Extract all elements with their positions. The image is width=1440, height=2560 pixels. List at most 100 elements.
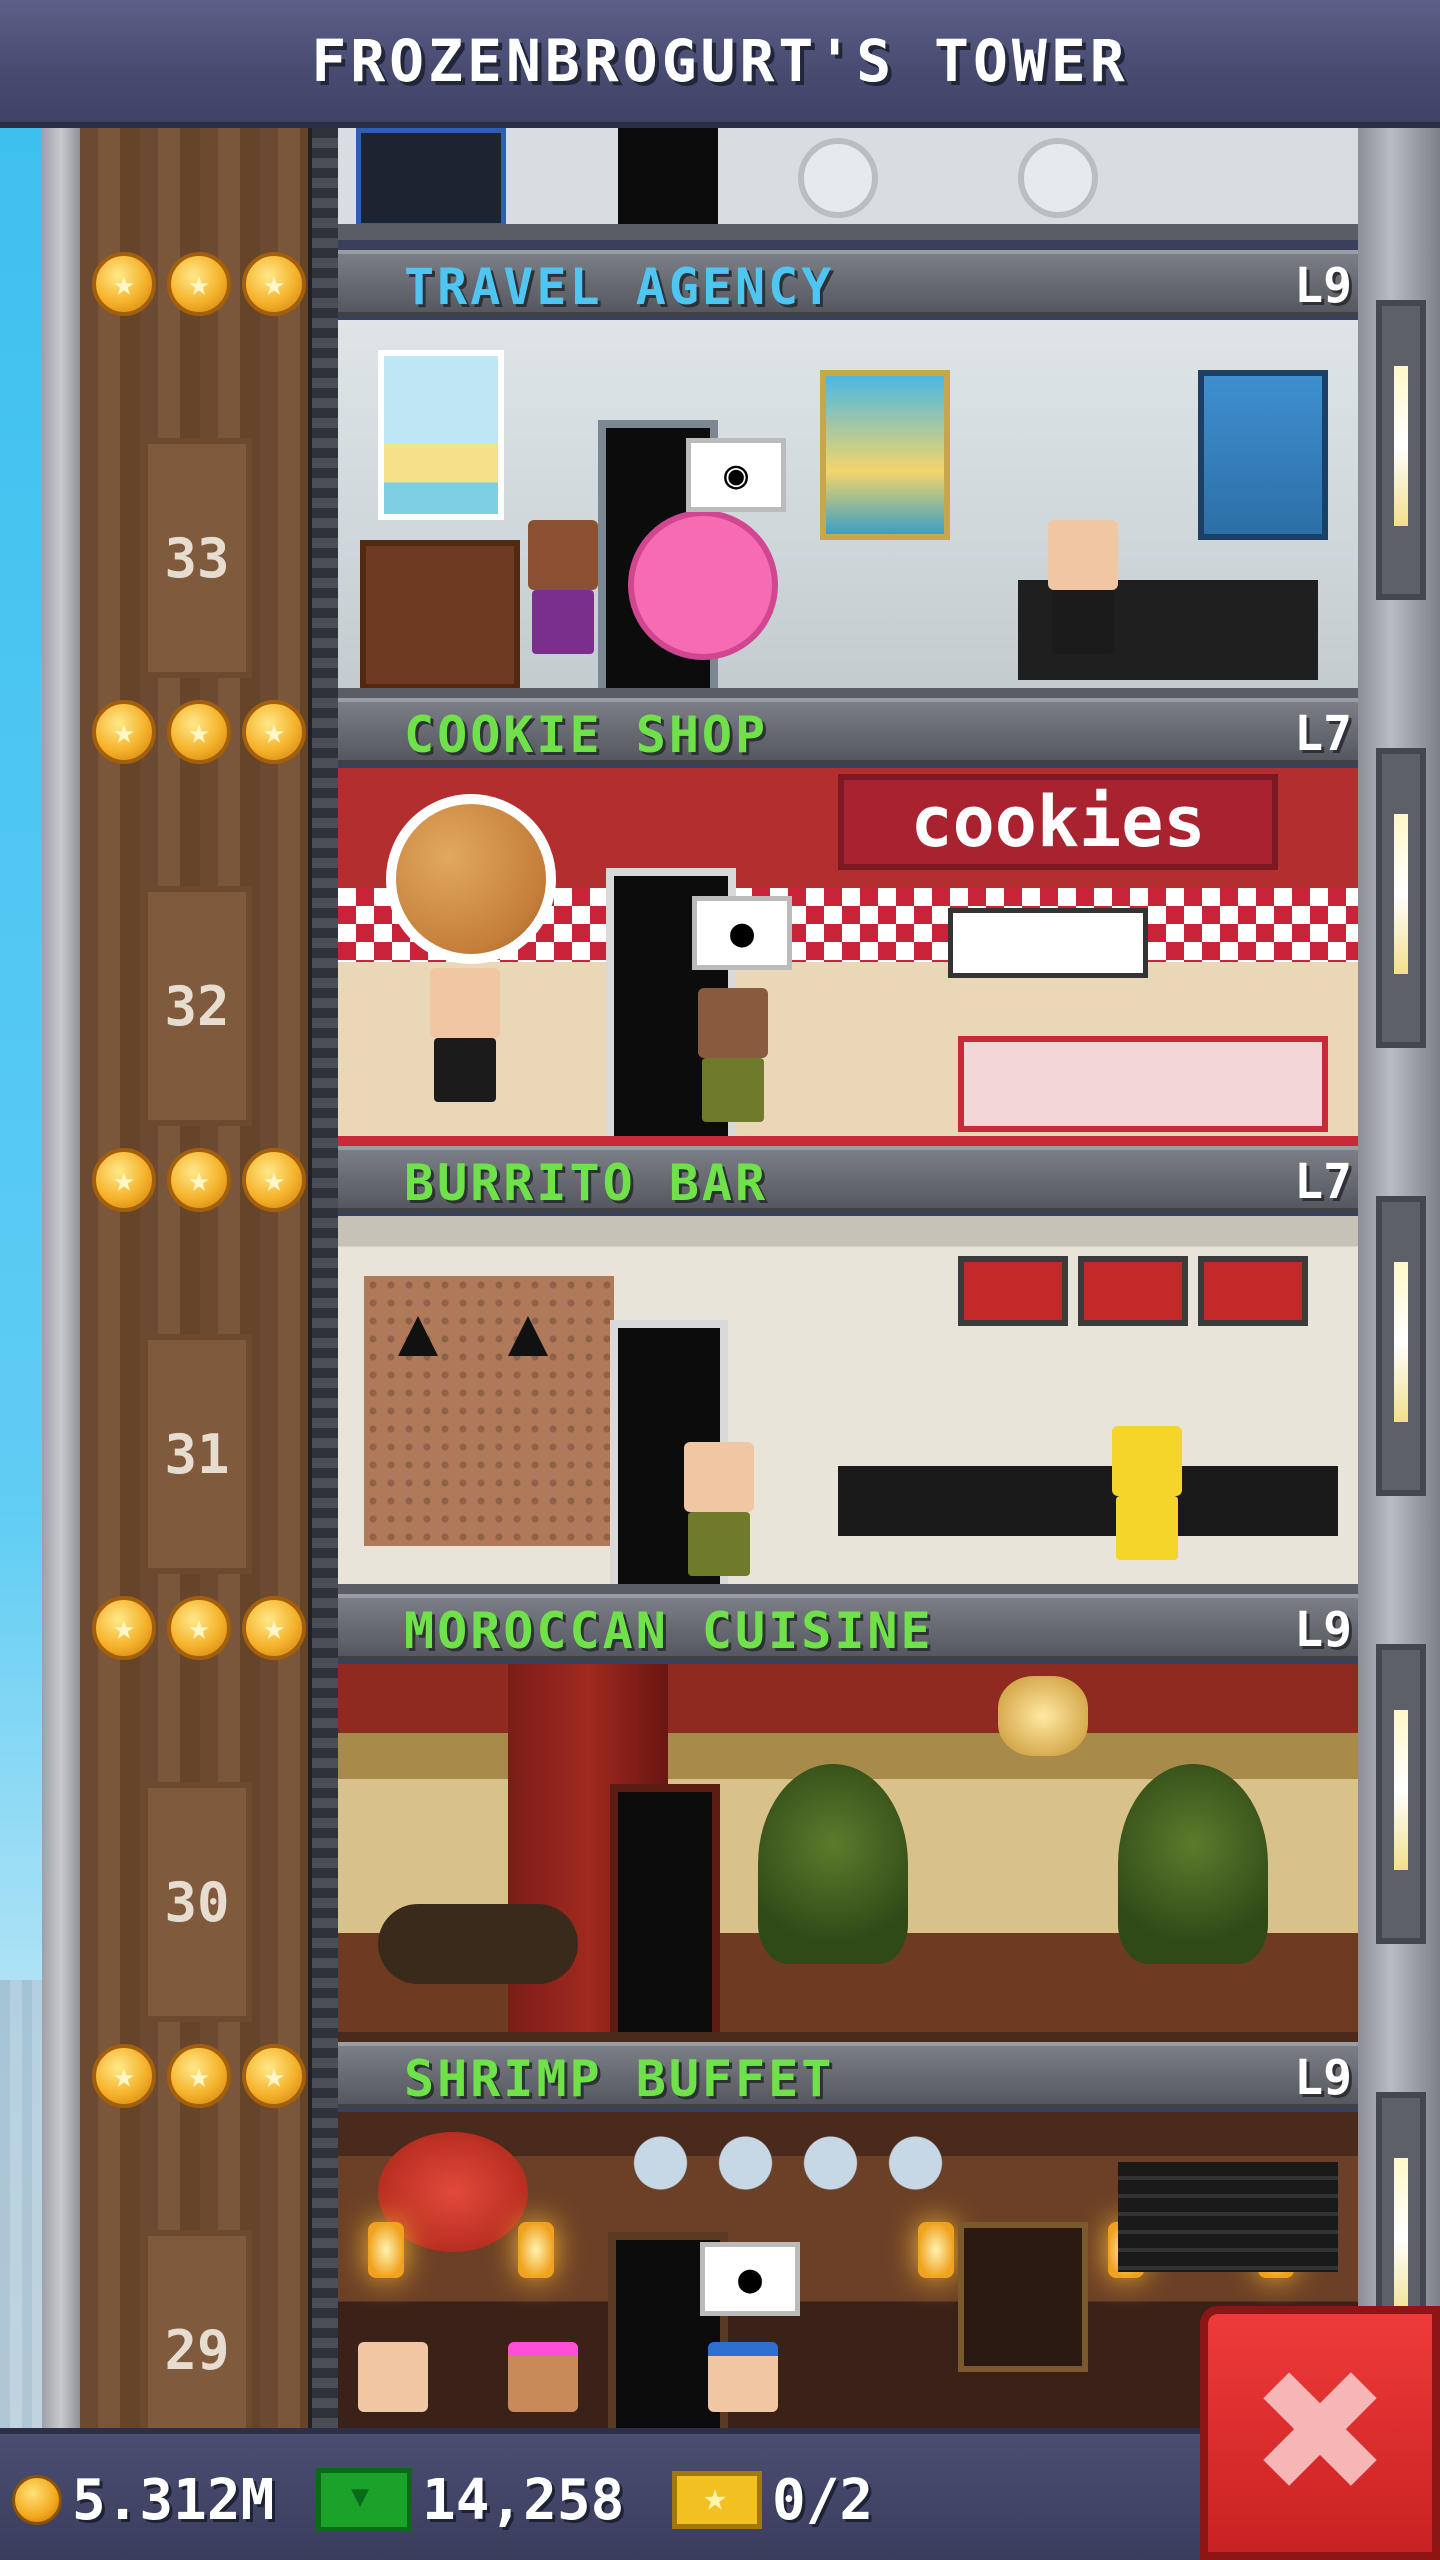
star-icon: ★ [242,1148,306,1212]
chef-worker[interactable] [1112,1426,1182,1560]
floor-room[interactable]: ◉ [338,320,1358,704]
outer-wall [42,128,80,2428]
floor-label-bar[interactable]: BURRITO BAR L7 [338,1146,1358,1212]
visitor[interactable] [684,1442,754,1576]
floor-34-room[interactable] [338,128,1358,240]
floor-level: L7 [1294,706,1352,762]
chandelier [998,1676,1088,1756]
floor-name: TRAVEL AGENCY [404,258,835,316]
star-icon: ★ [167,700,231,764]
washing-machine [798,138,878,218]
floor-number-31: 31 [142,1334,252,1574]
floor-room[interactable] [338,1216,1358,1600]
avatar [698,988,768,1058]
floor-room[interactable]: cookies ● [338,768,1358,1152]
tower-title: FROZENBROGURT'S TOWER [311,27,1129,95]
floor-label-bar[interactable]: SHRIMP BUFFET L9 [338,2042,1358,2108]
floor-level: L9 [1294,258,1352,314]
decorative-plates [618,2130,958,2196]
wall-window [1376,1196,1426,1496]
floor-name: COOKIE SHOP [404,706,769,764]
visitor[interactable] [698,988,768,1122]
travel-agent[interactable] [1048,520,1118,654]
island-poster [820,370,950,540]
floor-level: L7 [1294,1154,1352,1210]
window-light [1394,1262,1408,1422]
speech-bubble[interactable]: ● [692,896,792,970]
visitor[interactable] [508,2342,578,2412]
floor-name: MOROCCAN CUISINE [404,1602,934,1660]
floor-line [338,224,1358,240]
camera-icon: ◉ [723,452,749,498]
speech-bubble[interactable]: ● [700,2242,800,2316]
floor-number-label: 33 [164,526,230,590]
avatar [684,1442,754,1512]
floor-number-30: 30 [142,1782,252,2022]
lantern [368,2222,404,2278]
visitor[interactable] [708,2342,778,2412]
star-icon: ★ [242,2044,306,2108]
visitor[interactable] [358,2342,428,2412]
floor-name: SHRIMP BUFFET [404,2050,835,2108]
star-icon: ★ [92,1148,156,1212]
washing-machine [1018,138,1098,218]
tower-bux-icon [316,2468,412,2532]
avatar [528,520,598,590]
floor-label-bar[interactable]: TRAVEL AGENCY L9 [338,250,1358,316]
porthole-door [958,2222,1088,2372]
speech-bubble[interactable]: ◉ [686,438,786,512]
floor-number-label: 29 [164,2318,230,2382]
avatar-body [1116,1496,1178,1560]
door [610,1784,720,2034]
star-icon: ★ [167,252,231,316]
wall-window [1376,1644,1426,1944]
star-icon: ★ [242,700,306,764]
brochure-stand [360,540,520,690]
dining-table [378,1904,578,1984]
floor-30-stars: ★ ★ ★ [92,1596,306,1662]
pegboard-wall [364,1276,614,1546]
heart-costume-bitizen[interactable] [628,510,778,660]
menu-board [958,1256,1068,1326]
tickets-value: 0/2 [772,2467,874,2533]
tickets-display[interactable]: 0/2 [672,2434,873,2560]
avatar [358,2342,428,2412]
star-icon: ★ [242,252,306,316]
door [618,128,718,228]
menu-board [948,908,1148,978]
star-icon: ★ [167,2044,231,2108]
beach-poster [378,350,504,520]
floor-room[interactable] [338,1664,1358,2048]
window-light [1394,2158,1408,2318]
star-icon: ★ [167,1596,231,1660]
window-light [1394,1710,1408,1870]
close-button[interactable]: ✖ [1200,2306,1440,2560]
floor-number-32: 32 [142,886,252,1126]
floor-33-stars: ★ ★ ★ [92,252,306,318]
floor-29-stars: ★ ★ ★ [92,2044,306,2110]
coins-display[interactable]: 5.312M [12,2434,274,2560]
bux-display[interactable]: 14,258 [316,2434,624,2560]
palm-plant [1118,1764,1268,1964]
floor-label-bar[interactable]: MOROCCAN CUISINE L9 [338,1594,1358,1660]
lantern [918,2222,954,2278]
floor-number-label: 32 [164,974,230,1038]
star-icon: ★ [242,1596,306,1660]
server-rack [356,128,506,228]
wall-window [1376,300,1426,600]
star-icon: ★ [92,252,156,316]
service-counter [838,1466,1338,1536]
visitor[interactable] [528,520,598,654]
avatar [1112,1426,1182,1496]
menu-board [1078,1256,1188,1326]
floor-label-bar[interactable]: COOKIE SHOP L7 [338,698,1358,764]
coins-value: 5.312M [72,2467,275,2533]
avatar-body [702,1058,764,1122]
floor-number-label: 31 [164,1422,230,1486]
macaron-icon: ● [729,910,755,956]
avatar-body [688,1512,750,1576]
cookie-poster [386,794,556,964]
menu-board [1198,1256,1308,1326]
shop-worker[interactable] [430,968,500,1102]
avatar-body [1052,590,1114,654]
